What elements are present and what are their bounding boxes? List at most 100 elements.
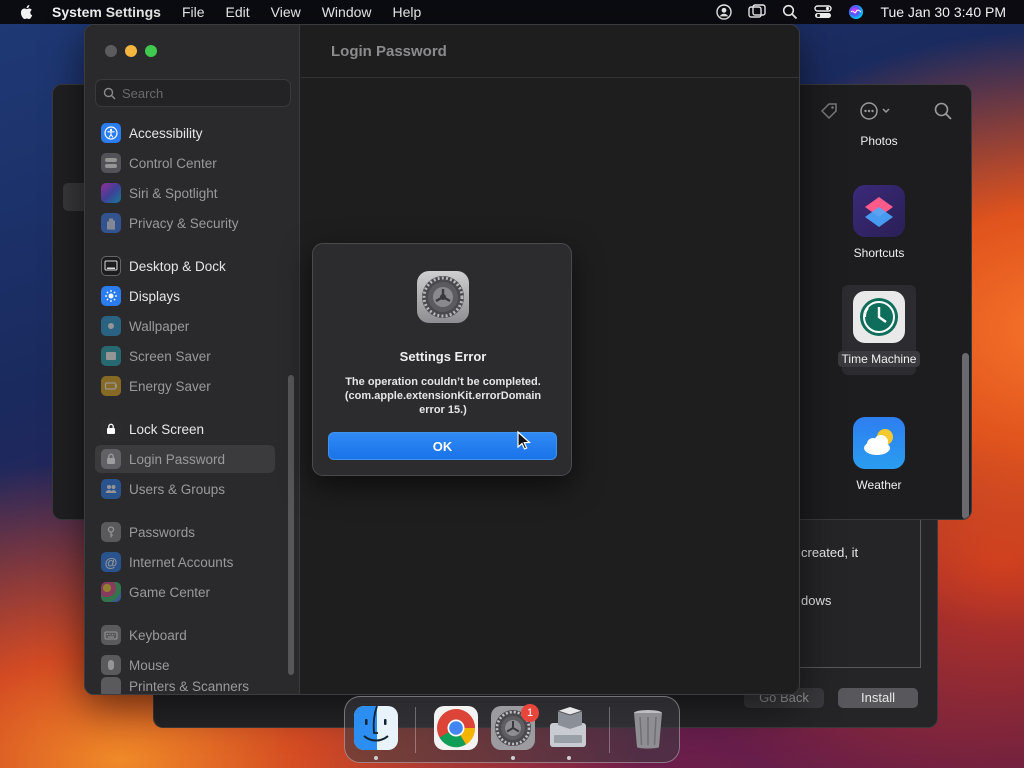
apple-menu-icon[interactable] — [18, 3, 36, 21]
sidebar-item-label: Wallpaper — [129, 318, 190, 334]
close-button[interactable] — [105, 45, 117, 57]
search-icon — [103, 87, 116, 100]
sidebar-item-accessibility[interactable]: Accessibility — [95, 119, 275, 147]
running-indicator — [374, 756, 378, 760]
user-account-icon[interactable] — [716, 4, 733, 20]
search-icon[interactable] — [933, 101, 953, 121]
dock-separator — [609, 707, 610, 753]
siri-icon[interactable] — [848, 4, 864, 20]
sidebar-item-label: Users & Groups — [129, 481, 226, 497]
sidebar-item-siri-spotlight[interactable]: Siri & Spotlight — [95, 179, 275, 207]
sidebar-item-label: Desktop & Dock — [129, 258, 226, 274]
weather-icon — [853, 417, 905, 469]
notification-badge: 1 — [521, 704, 539, 722]
sidebar-item-label: Accessibility — [129, 125, 203, 141]
sidebar-item-desktop-dock[interactable]: Desktop & Dock — [95, 252, 275, 280]
spotlight-search-icon[interactable] — [782, 4, 798, 20]
sidebar-item-label: Login Password — [129, 451, 226, 467]
search-field[interactable] — [95, 79, 291, 107]
sidebar-item-lock-screen[interactable]: Lock Screen — [95, 415, 275, 443]
sidebar-item-label: Siri & Spotlight — [129, 185, 218, 201]
finder-icon[interactable] — [353, 705, 399, 751]
app-label: Time Machine — [837, 351, 921, 367]
menu-view[interactable]: View — [271, 4, 301, 20]
control-center-icon[interactable] — [814, 4, 833, 20]
screen-saver-icon — [101, 346, 121, 366]
sidebar-item-privacy-security[interactable]: Privacy & Security — [95, 209, 275, 237]
install-button[interactable]: Install — [838, 688, 918, 708]
app-shortcuts[interactable]: Shortcuts — [801, 185, 957, 261]
sidebar-item-passwords[interactable]: Passwords — [95, 518, 275, 546]
trash-icon[interactable] — [625, 705, 671, 751]
mouse-icon — [101, 655, 121, 675]
sidebar-item-control-center[interactable]: Control Center — [95, 149, 275, 177]
search-input[interactable] — [122, 85, 282, 101]
printer-icon — [101, 677, 121, 694]
sidebar-item-label: Internet Accounts — [129, 554, 234, 570]
users-icon — [101, 479, 121, 499]
sidebar-item-label: Passwords — [129, 524, 196, 540]
menu-window[interactable]: Window — [322, 4, 372, 20]
sidebar-item-displays[interactable]: Displays — [95, 282, 275, 310]
divider — [301, 77, 799, 78]
sidebar-item-printers-scanners[interactable]: Printers & Scanners — [95, 677, 275, 694]
sidebar-item-game-center[interactable]: Game Center — [95, 578, 275, 606]
app-label: Weather — [856, 478, 902, 492]
dialog-message: The operation couldn’t be completed. (co… — [344, 376, 542, 416]
sidebar-item-login-password[interactable]: Login Password — [95, 445, 275, 473]
sidebar-item-label: Screen Saver — [129, 348, 211, 364]
time-machine-icon — [853, 291, 905, 343]
sidebar-item-internet-accounts[interactable]: @ Internet Accounts — [95, 548, 275, 576]
more-actions-icon[interactable] — [859, 101, 893, 121]
at-sign-icon: @ — [101, 552, 121, 572]
sidebar-item-label: Mouse — [129, 657, 170, 673]
running-indicator — [511, 756, 515, 760]
menu-edit[interactable]: Edit — [226, 4, 250, 20]
sidebar-item-wallpaper[interactable]: Wallpaper — [95, 312, 275, 340]
tag-icon[interactable] — [819, 101, 839, 121]
sidebar-item-label: Energy Saver — [129, 378, 211, 394]
running-indicator — [567, 756, 571, 760]
login-password-icon — [101, 449, 121, 469]
sidebar-item-label: Privacy & Security — [129, 215, 239, 231]
sidebar-item-label: Lock Screen — [129, 421, 205, 437]
sidebar-item-screen-saver[interactable]: Screen Saver — [95, 342, 275, 370]
sidebar-item-label: Displays — [129, 288, 181, 304]
battery-icon — [101, 376, 121, 396]
settings-sidebar: Accessibility Control Center Siri & Spot… — [85, 25, 300, 694]
sidebar-item-label: Keyboard — [129, 627, 187, 643]
sidebar-item-label: Game Center — [129, 584, 211, 600]
wallpaper-icon — [101, 316, 121, 336]
zoom-button[interactable] — [145, 45, 157, 57]
displays-icon — [101, 286, 121, 306]
menu-help[interactable]: Help — [393, 4, 422, 20]
chrome-icon[interactable] — [433, 705, 479, 751]
menu-clock[interactable]: Tue Jan 30 3:40 PM — [880, 4, 1006, 20]
key-icon — [101, 522, 121, 542]
app-weather[interactable]: Weather — [801, 417, 957, 493]
minimize-button[interactable] — [125, 45, 137, 57]
screen-mirroring-icon[interactable] — [748, 4, 767, 20]
installer-icon[interactable] — [546, 705, 592, 751]
scrollbar[interactable] — [962, 353, 969, 519]
sidebar-item-keyboard[interactable]: Keyboard — [95, 621, 275, 649]
app-photos[interactable]: Photos — [801, 133, 957, 149]
installer-text-line: created, it — [801, 545, 859, 560]
sidebar-item-energy-saver[interactable]: Energy Saver — [95, 372, 275, 400]
menu-file[interactable]: File — [182, 4, 205, 20]
sidebar-item-label: Printers & Scanners — [129, 679, 250, 694]
app-time-machine[interactable]: Time Machine — [801, 285, 957, 375]
background-toolbar — [819, 101, 953, 121]
sidebar-scrollbar[interactable] — [288, 375, 294, 675]
menu-bar: System Settings File Edit View Window He… — [0, 0, 1024, 24]
dock: 1 — [344, 696, 680, 763]
menu-app-name[interactable]: System Settings — [52, 4, 161, 20]
app-label: Photos — [860, 134, 898, 148]
installer-text-line: dows — [801, 593, 832, 608]
sidebar-item-mouse[interactable]: Mouse — [95, 651, 275, 679]
hand-icon — [101, 213, 121, 233]
desktop-dock-icon — [101, 256, 121, 276]
sidebar-item-users-groups[interactable]: Users & Groups — [95, 475, 275, 503]
game-center-icon — [101, 582, 121, 602]
lock-icon — [101, 419, 121, 439]
